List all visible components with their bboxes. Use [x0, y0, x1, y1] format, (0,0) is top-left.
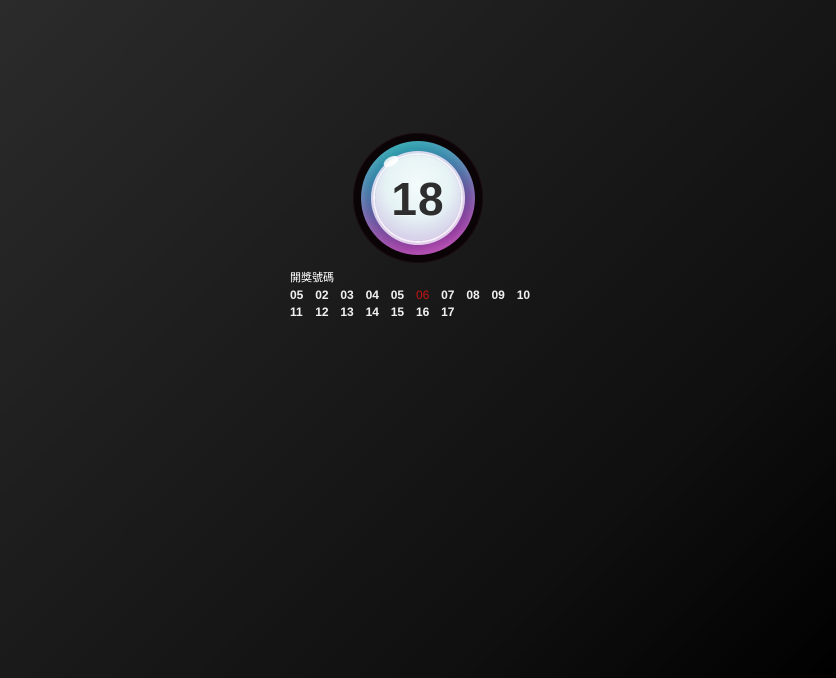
ball-number: 18 [391, 173, 445, 225]
drawn-number: 03 [340, 288, 354, 302]
drawn-number: 04 [365, 288, 379, 302]
drawn-number: 08 [466, 288, 480, 302]
drawn-number-highlighted: 06 [415, 288, 430, 302]
drawn-number: 05 [290, 288, 304, 302]
drawn-numbers-row: 05 02 03 04 05 06 07 08 09 10 [290, 287, 550, 304]
current-ball: 18 [353, 133, 483, 263]
drawn-number: 13 [340, 305, 354, 319]
drawn-number: 12 [315, 305, 329, 319]
drawn-number: 14 [365, 305, 379, 319]
drawn-numbers-row: 11 12 13 14 15 16 17 [290, 304, 550, 321]
drawn-number: 16 [415, 305, 430, 319]
drawn-number: 05 [390, 288, 405, 302]
drawn-number: 07 [441, 288, 455, 302]
drawn-numbers-title: 開獎號碼 [290, 271, 334, 284]
drawn-number: 11 [290, 305, 303, 319]
drawn-numbers-panel: 開獎號碼 05 02 03 04 05 06 07 08 09 10 11 12… [290, 270, 550, 321]
drawn-number: 15 [390, 305, 405, 319]
drawn-number: 17 [441, 305, 455, 319]
drawn-number: 10 [516, 288, 531, 302]
drawn-number: 02 [315, 288, 329, 302]
drawn-number: 09 [491, 288, 505, 302]
